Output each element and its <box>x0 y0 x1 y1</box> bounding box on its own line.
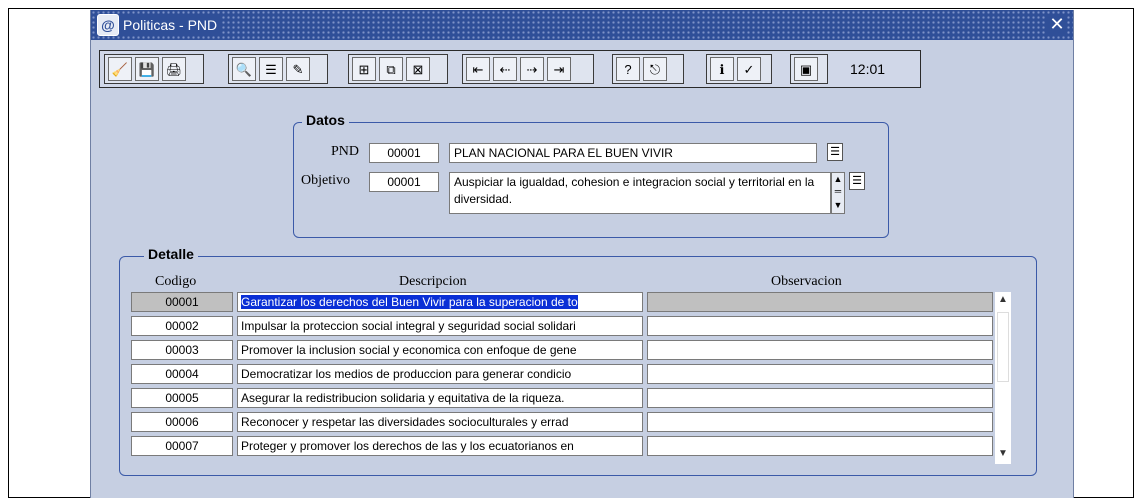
scroll-up-icon[interactable]: ▲ <box>832 173 844 185</box>
descripcion-text: Reconocer y respetar las diversidades so… <box>241 415 569 429</box>
observacion-cell[interactable] <box>647 388 993 408</box>
save-icon[interactable]: 💾 <box>135 57 159 81</box>
scroll-thumb[interactable]: ═ <box>832 185 844 199</box>
pnd-code-field[interactable]: 00001 <box>369 143 439 163</box>
codigo-cell[interactable]: 00005 <box>131 388 233 408</box>
clock: 12:01 <box>850 61 886 77</box>
codigo-cell[interactable]: 00003 <box>131 340 233 360</box>
descripcion-cell[interactable]: Promover la inclusion social y economica… <box>237 340 643 360</box>
insert-record-icon[interactable]: ⊞ <box>352 57 376 81</box>
toolbar-group-query: 🔍 ☰ ✎ <box>228 54 328 84</box>
scroll-down-icon[interactable]: ▼ <box>995 446 1011 462</box>
exit-icon[interactable]: ⎋ <box>643 57 667 81</box>
detalle-title: Detalle <box>144 246 198 262</box>
detalle-table: 00001 Garantizar los derechos del Buen Vi… <box>131 292 1001 456</box>
codigo-header: Codigo <box>155 274 197 289</box>
datos-title: Datos <box>302 112 349 128</box>
codigo-cell[interactable]: 00006 <box>131 412 233 432</box>
delete-record-icon[interactable]: ⊠ <box>406 57 430 81</box>
pnd-name-field[interactable]: PLAN NACIONAL PARA EL BUEN VIVIR <box>449 143 817 163</box>
toolbar-group-records: ⊞ ⧉ ⊠ <box>348 54 448 84</box>
descripcion-text: Promover la inclusion social y economica… <box>241 343 577 357</box>
descripcion-cell[interactable]: Impulsar la proteccion social integral y… <box>237 316 643 336</box>
app-icon: @ <box>97 14 119 36</box>
scroll-thumb[interactable] <box>997 312 1009 382</box>
table-row[interactable]: 00003 Promover la inclusion social y econ… <box>131 340 995 360</box>
observacion-cell[interactable] <box>647 436 993 456</box>
detalle-scrollbar[interactable]: ▲ ▼ <box>995 292 1011 464</box>
form-window: @ Politicas - PND ✕ 🧹 💾 🖨 🔍 ☰ ✎ ⊞ ⧉ ⊠ ⇤ … <box>90 10 1074 498</box>
descripcion-text: Impulsar la proteccion social integral y… <box>241 319 576 333</box>
pnd-list-icon[interactable]: ☰ <box>827 143 843 161</box>
descripcion-cell[interactable]: Proteger y promover los derechos de las … <box>237 436 643 456</box>
descripcion-text: Democratizar los medios de produccion pa… <box>241 367 572 381</box>
table-row[interactable]: 00004 Democratizar los medios de producci… <box>131 364 995 384</box>
table-row[interactable]: 00001 Garantizar los derechos del Buen Vi… <box>131 292 995 312</box>
table-row[interactable]: 00002 Impulsar la proteccion social integ… <box>131 316 995 336</box>
observacion-cell[interactable] <box>647 412 993 432</box>
edit-icon[interactable]: ✎ <box>286 57 310 81</box>
list-icon[interactable]: ☰ <box>259 57 283 81</box>
codigo-cell[interactable]: 00001 <box>131 292 233 312</box>
print-icon[interactable]: 🖨 <box>162 57 186 81</box>
table-row[interactable]: 00005 Asegurar la redistribucion solidari… <box>131 388 995 408</box>
descripcion-cell[interactable]: Reconocer y respetar las diversidades so… <box>237 412 643 432</box>
pnd-label: PND <box>331 144 360 159</box>
toolbar-group-tools: ℹ ✓ <box>706 54 772 84</box>
objetivo-list-icon[interactable]: ☰ <box>849 172 865 190</box>
observacion-cell[interactable] <box>647 316 993 336</box>
objetivo-code-field[interactable]: 00001 <box>369 172 439 192</box>
toolbar: 🧹 💾 🖨 🔍 ☰ ✎ ⊞ ⧉ ⊠ ⇤ ⇠ ⇢ ⇥ ? ⎋ ℹ ✓ ▣ 12:0… <box>99 50 921 88</box>
descripcion-text: Garantizar los derechos del Buen Vivir p… <box>241 295 578 309</box>
toolbar-group-file: 🧹 💾 🖨 <box>104 54 204 84</box>
descripcion-text: Asegurar la redistribucion solidaria y e… <box>241 391 565 405</box>
duplicate-record-icon[interactable]: ⧉ <box>379 57 403 81</box>
window-title: Politicas - PND <box>119 16 222 34</box>
calendar-icon[interactable]: ▣ <box>794 57 818 81</box>
objetivo-scrollbar[interactable]: ▲ ═ ▼ <box>831 172 845 214</box>
title-bar[interactable]: @ Politicas - PND ✕ <box>91 10 1073 40</box>
first-record-icon[interactable]: ⇤ <box>466 57 490 81</box>
toolbar-group-navigation: ⇤ ⇠ ⇢ ⇥ <box>462 54 594 84</box>
observacion-cell[interactable] <box>647 340 993 360</box>
descripcion-cell[interactable]: Democratizar los medios de produccion pa… <box>237 364 643 384</box>
toolbar-group-help: ? ⎋ <box>612 54 684 84</box>
table-row[interactable]: 00006 Reconocer y respetar las diversidad… <box>131 412 995 432</box>
table-row[interactable]: 00007 Proteger y promover los derechos de… <box>131 436 995 456</box>
descripcion-cell[interactable]: Garantizar los derechos del Buen Vivir p… <box>237 292 643 312</box>
observacion-cell[interactable] <box>647 364 993 384</box>
scroll-down-icon[interactable]: ▼ <box>832 199 844 211</box>
codigo-cell[interactable]: 00002 <box>131 316 233 336</box>
objetivo-label: Objetivo <box>301 173 350 188</box>
toolbar-group-calendar: ▣ <box>790 54 828 84</box>
info-icon[interactable]: ℹ <box>710 57 734 81</box>
query-icon[interactable]: 🔍 <box>232 57 256 81</box>
observacion-header: Observacion <box>771 274 842 289</box>
codigo-cell[interactable]: 00007 <box>131 436 233 456</box>
scroll-up-icon[interactable]: ▲ <box>995 292 1011 308</box>
previous-record-icon[interactable]: ⇠ <box>493 57 517 81</box>
descripcion-header: Descripcion <box>399 274 467 289</box>
codigo-cell[interactable]: 00004 <box>131 364 233 384</box>
last-record-icon[interactable]: ⇥ <box>547 57 571 81</box>
next-record-icon[interactable]: ⇢ <box>520 57 544 81</box>
objetivo-text-field[interactable]: Auspiciar la igualdad, cohesion e integr… <box>449 172 831 214</box>
help-icon[interactable]: ? <box>616 57 640 81</box>
close-icon[interactable]: ✕ <box>1047 14 1067 34</box>
check-icon[interactable]: ✓ <box>737 57 761 81</box>
descripcion-cell[interactable]: Asegurar la redistribucion solidaria y e… <box>237 388 643 408</box>
observacion-cell[interactable] <box>647 292 993 312</box>
descripcion-text: Proteger y promover los derechos de las … <box>241 439 574 453</box>
clear-icon[interactable]: 🧹 <box>108 57 132 81</box>
